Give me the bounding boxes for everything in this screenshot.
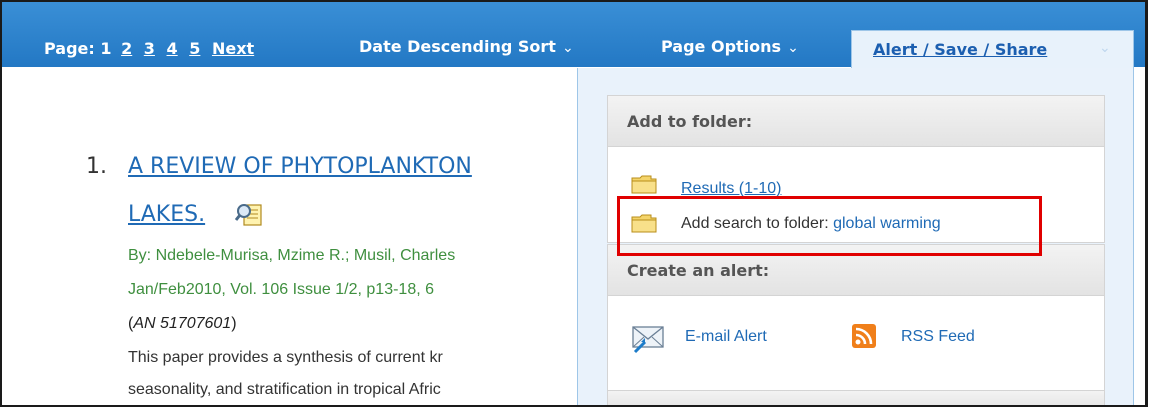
alert-save-share-label: Alert / Save / Share: [873, 40, 1048, 59]
next-section-header: [608, 390, 1104, 405]
page-label: Page: 1: [44, 39, 112, 58]
create-alert-title: Create an alert:: [627, 261, 770, 280]
next-page-link[interactable]: Next: [212, 39, 254, 58]
rss-feed-link[interactable]: RSS Feed: [901, 328, 975, 346]
page-options-label: Page Options: [661, 37, 782, 56]
create-alert-section: Create an alert: E-mail Alert RSS Feed: [607, 244, 1105, 405]
preview-icon[interactable]: [235, 201, 265, 227]
result-authors: By: Ndebele-Murisa, Mzime R.; Musil, Cha…: [128, 247, 456, 264]
page-link-5[interactable]: 5: [189, 39, 200, 58]
email-alert-icon[interactable]: [631, 324, 665, 354]
accession-number: (AN 51707601): [128, 315, 237, 333]
sort-menu[interactable]: Date Descending Sort ⌄: [359, 37, 574, 56]
abstract-line-1: This paper provides a synthesis of curre…: [128, 349, 443, 366]
result-citation: Jan/Feb2010, Vol. 106 Issue 1/2, p13-18,…: [128, 281, 434, 298]
page-options-menu[interactable]: Page Options ⌄: [661, 37, 799, 56]
page-link-4[interactable]: 4: [167, 39, 178, 58]
result-number: 1.: [86, 154, 107, 179]
page-link-3[interactable]: 3: [144, 39, 155, 58]
abstract-line-2: seasonality, and stratification in tropi…: [128, 381, 441, 398]
chevron-down-icon: ⌄: [561, 40, 574, 56]
pagination: Page: 1 2 3 4 5 Next: [44, 39, 260, 58]
results-page: Page: 1 2 3 4 5 Next Date Descending Sor…: [0, 0, 1148, 407]
add-to-folder-header: Add to folder:: [608, 96, 1104, 147]
rss-icon[interactable]: [852, 324, 876, 348]
add-to-folder-title: Add to folder:: [627, 112, 753, 131]
result-title-link-cont[interactable]: LAKES.: [128, 202, 205, 227]
email-alert-link[interactable]: E-mail Alert: [685, 328, 767, 346]
chevron-down-icon: ⌄: [787, 40, 799, 56]
results-toolbar: Page: 1 2 3 4 5 Next Date Descending Sor…: [2, 2, 1145, 70]
folder-icon: [631, 175, 657, 194]
highlight-box: [617, 196, 1042, 256]
an-close: ): [231, 315, 237, 332]
result-title-link[interactable]: A REVIEW OF PHYTOPLANKTON: [128, 154, 472, 179]
chevron-down-icon: ⌄: [1099, 40, 1111, 56]
an-value: AN 51707601: [133, 315, 232, 332]
page-link-2[interactable]: 2: [121, 39, 132, 58]
alert-save-share-tab[interactable]: Alert / Save / Share ⌄: [851, 30, 1134, 70]
sort-menu-label: Date Descending Sort: [359, 37, 556, 56]
